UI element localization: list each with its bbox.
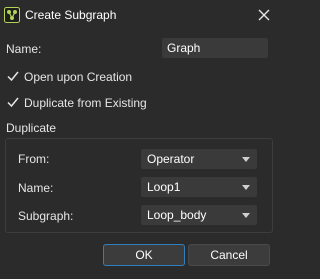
close-icon[interactable] bbox=[252, 4, 276, 26]
duplicate-section-label: Duplicate bbox=[6, 121, 57, 135]
open-upon-creation-checkbox[interactable] bbox=[6, 69, 20, 83]
from-dropdown-value: Operator bbox=[147, 152, 195, 166]
cancel-button[interactable]: Cancel bbox=[188, 244, 270, 266]
subgraph-dropdown-value: Loop_body bbox=[147, 208, 207, 222]
from-label: From: bbox=[18, 152, 50, 166]
checkmark-icon bbox=[7, 71, 19, 82]
chevron-down-icon bbox=[242, 213, 250, 218]
open-upon-creation-label[interactable]: Open upon Creation bbox=[24, 70, 132, 84]
subgraph-label: Subgraph: bbox=[18, 209, 74, 223]
subgraph-dropdown[interactable]: Loop_body bbox=[141, 205, 257, 225]
chevron-down-icon bbox=[242, 157, 250, 162]
checkmark-icon bbox=[7, 97, 19, 108]
chevron-down-icon bbox=[242, 185, 250, 190]
loop-name-dropdown[interactable]: Loop1 bbox=[141, 177, 257, 197]
duplicate-from-existing-checkbox[interactable] bbox=[6, 95, 20, 109]
ok-button[interactable]: OK bbox=[103, 244, 185, 266]
window-title: Create Subgraph bbox=[25, 8, 117, 22]
loop-name-label: Name: bbox=[18, 181, 54, 195]
name-input[interactable]: Graph bbox=[162, 38, 268, 58]
name-label: Name: bbox=[6, 42, 42, 56]
from-dropdown[interactable]: Operator bbox=[141, 149, 257, 169]
title-bar: Create Subgraph bbox=[0, 0, 283, 31]
node-graph-icon bbox=[4, 7, 20, 23]
duplicate-from-existing-label[interactable]: Duplicate from Existing bbox=[24, 96, 147, 110]
loop-name-dropdown-value: Loop1 bbox=[147, 180, 181, 194]
